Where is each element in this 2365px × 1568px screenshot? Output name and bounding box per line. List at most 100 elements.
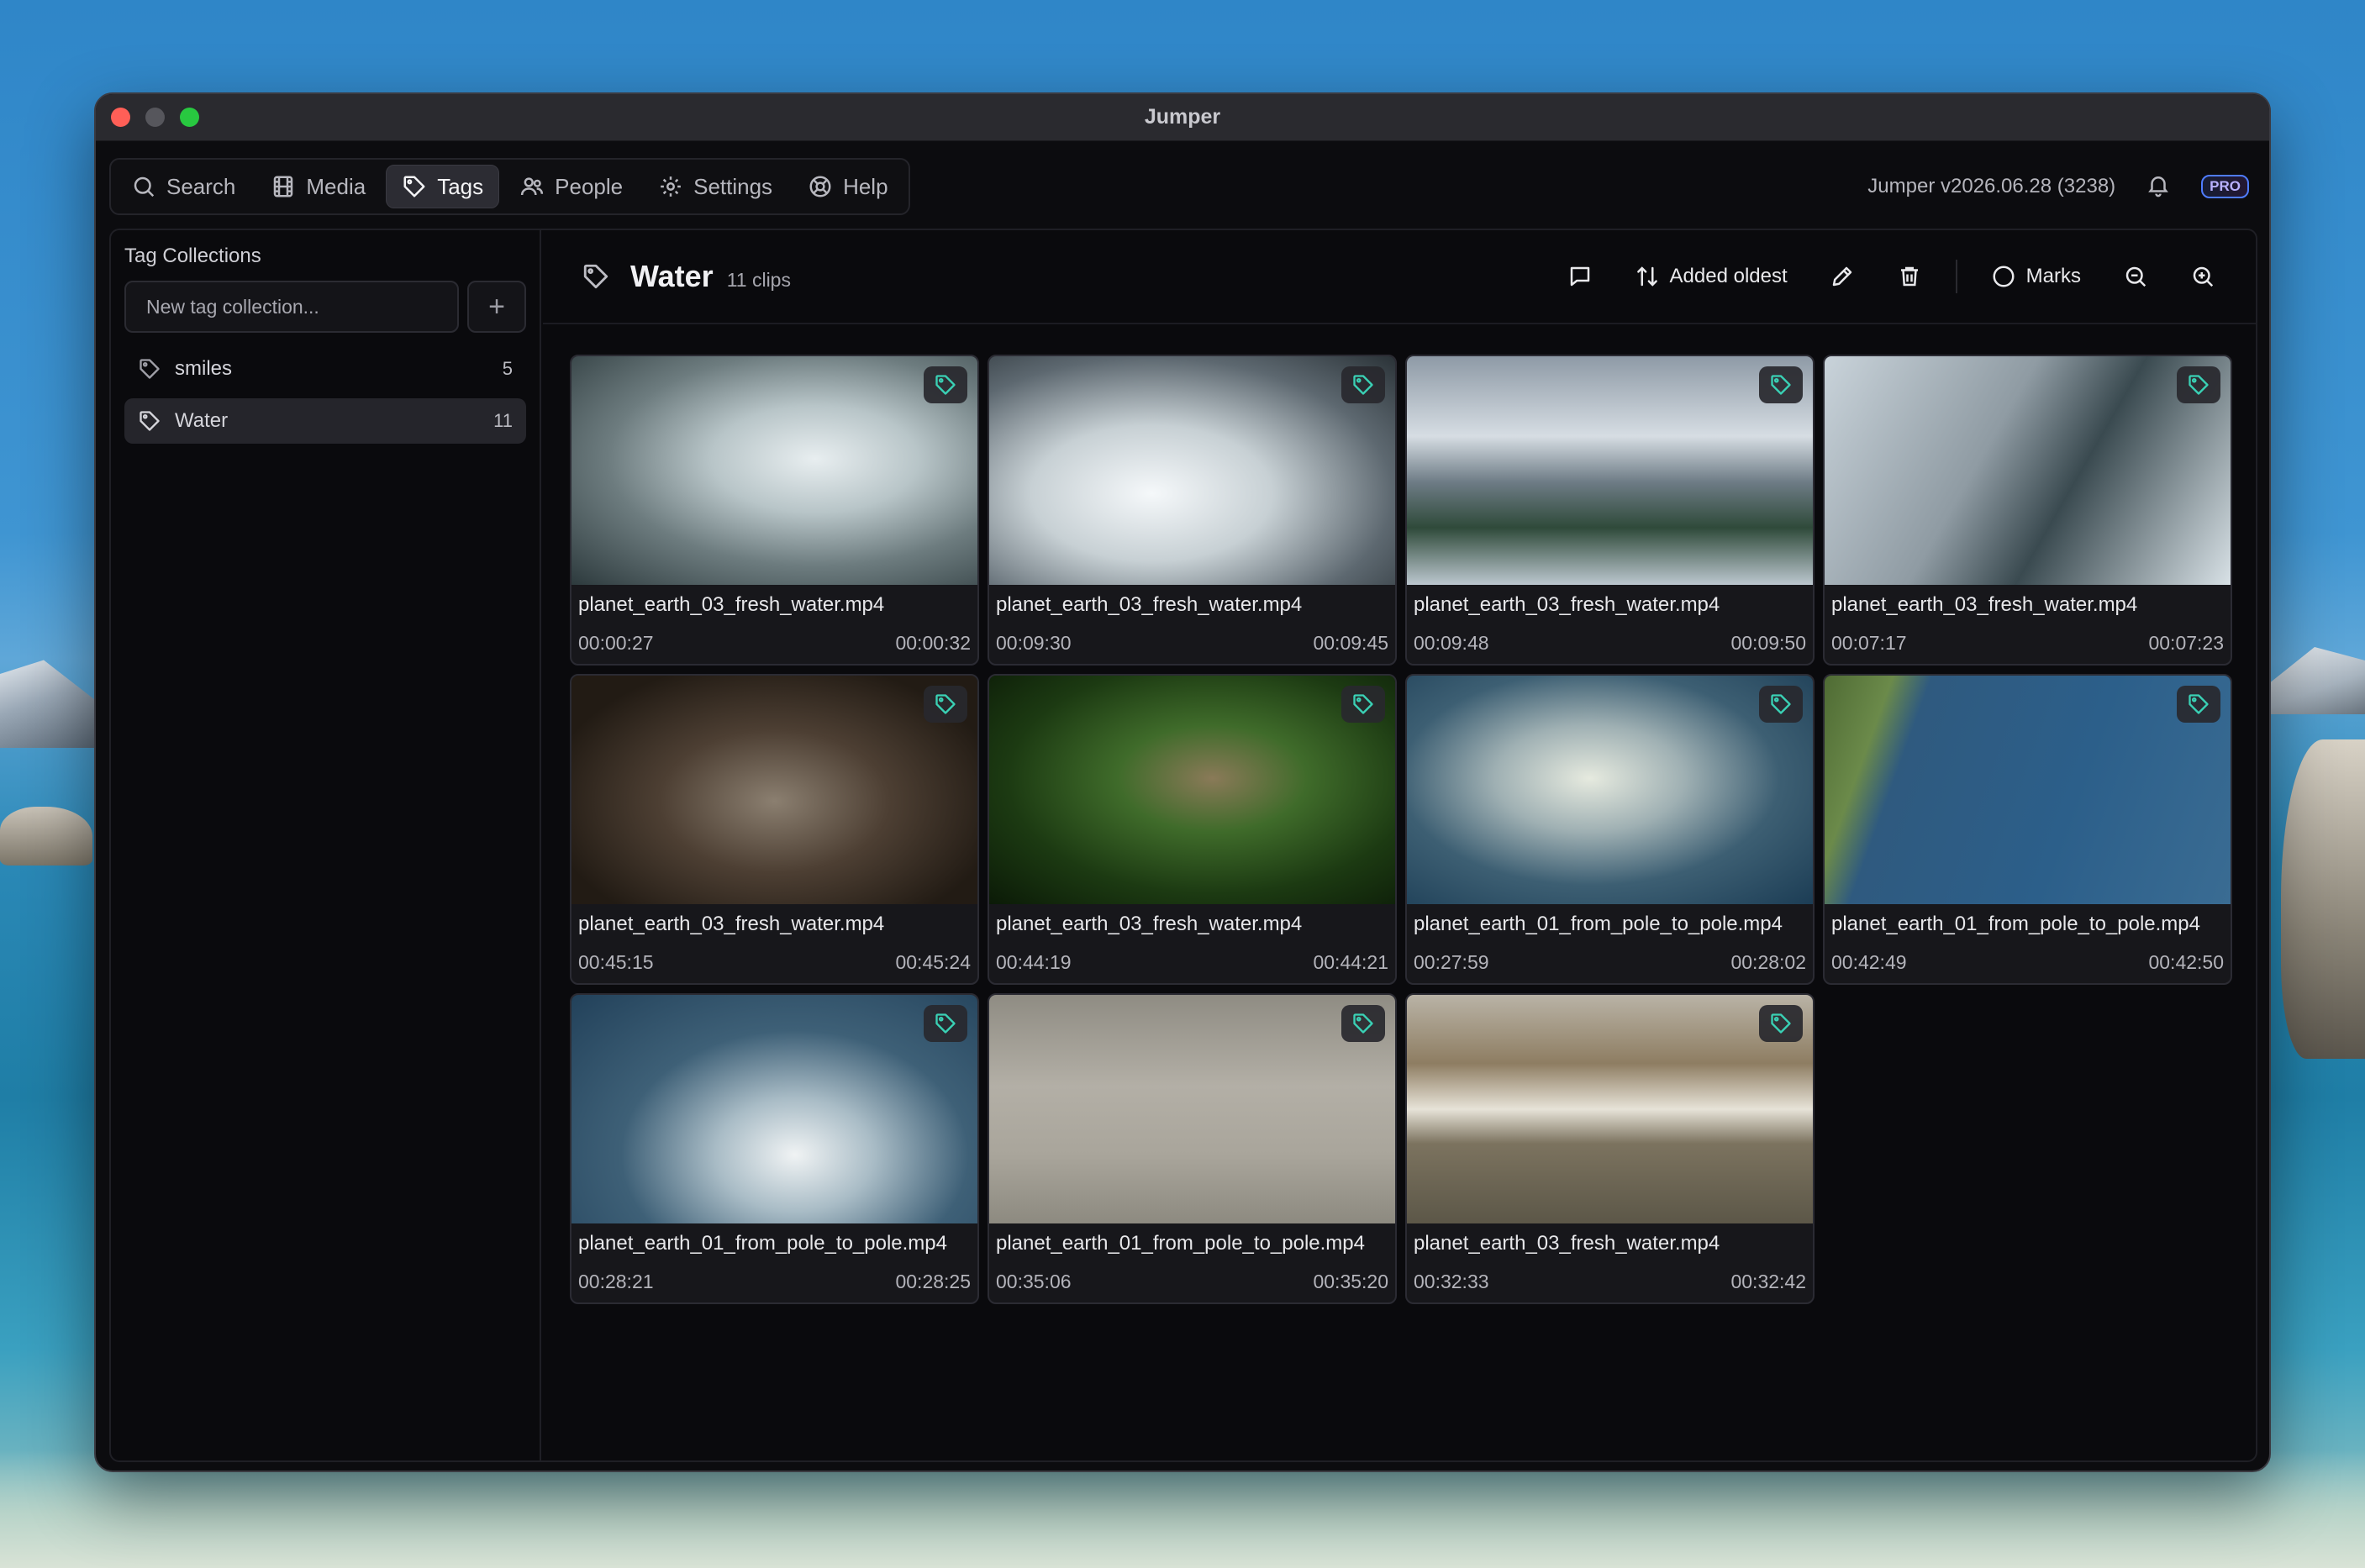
clip-thumbnail[interactable] xyxy=(1407,995,1813,1223)
tab-tags[interactable]: Tags xyxy=(386,165,500,208)
notifications-button[interactable] xyxy=(2146,172,2171,202)
clip-card[interactable]: planet_earth_03_fresh_water.mp4 00:32:33 0… xyxy=(1405,993,1815,1304)
clip-tag-button[interactable] xyxy=(924,686,967,723)
zoom-window-button[interactable] xyxy=(180,108,199,127)
clip-count: 11 clips xyxy=(726,269,791,291)
rename-button[interactable] xyxy=(1815,253,1870,300)
clip-tag-button[interactable] xyxy=(1759,366,1803,403)
collection-item-water[interactable]: Water 11 xyxy=(124,398,526,444)
close-window-button[interactable] xyxy=(111,108,130,127)
zoom-out-button[interactable] xyxy=(2108,253,2163,300)
clip-tag-button[interactable] xyxy=(1341,1005,1385,1042)
clip-card[interactable]: planet_earth_01_from_pole_to_pole.mp4 00:… xyxy=(570,993,979,1304)
clip-card[interactable]: planet_earth_03_fresh_water.mp4 00:45:15 0… xyxy=(570,674,979,985)
gear-icon xyxy=(661,176,681,197)
clip-tag-button[interactable] xyxy=(2177,366,2220,403)
clip-end-time: 00:44:21 xyxy=(1313,951,1388,973)
collection-toolbar: Water 11 clips Added oldest Marks xyxy=(543,230,2256,324)
tag-icon xyxy=(1353,694,1373,714)
toolbar-divider xyxy=(1955,260,1957,293)
clip-tag-button[interactable] xyxy=(1341,686,1385,723)
new-collection-input[interactable] xyxy=(124,281,459,333)
clip-card[interactable]: planet_earth_03_fresh_water.mp4 00:09:30 0… xyxy=(988,355,1397,666)
tab-search[interactable]: Search xyxy=(116,165,250,208)
sidebar-title: Tag Collections xyxy=(124,245,261,267)
toolbar-actions: Added oldest Marks xyxy=(1552,253,2231,300)
clip-tag-button[interactable] xyxy=(1341,366,1385,403)
clip-thumbnail[interactable] xyxy=(989,676,1395,904)
tag-icon xyxy=(2189,375,2209,395)
clip-card[interactable]: planet_earth_03_fresh_water.mp4 00:00:27 0… xyxy=(570,355,979,666)
tab-help[interactable]: Help xyxy=(793,165,903,208)
tag-icon xyxy=(1771,375,1791,395)
clip-end-time: 00:09:45 xyxy=(1313,632,1388,654)
tab-media[interactable]: Media xyxy=(255,165,381,208)
delete-button[interactable] xyxy=(1882,253,1937,300)
search-icon xyxy=(134,176,155,197)
window-controls xyxy=(111,108,199,127)
clip-tag-button[interactable] xyxy=(924,1005,967,1042)
clip-filename: planet_earth_01_from_pole_to_pole.mp4 xyxy=(996,1232,1365,1255)
clip-thumbnail[interactable] xyxy=(1825,676,2231,904)
clip-thumbnail[interactable] xyxy=(989,995,1395,1223)
clip-start-time: 00:09:48 xyxy=(1414,632,1489,654)
clip-tag-button[interactable] xyxy=(1759,1005,1803,1042)
clip-thumbnail[interactable] xyxy=(1407,356,1813,585)
lifebuoy-icon xyxy=(809,176,831,197)
window-title: Jumper xyxy=(1144,105,1221,129)
clip-tag-button[interactable] xyxy=(2177,686,2220,723)
film-icon xyxy=(274,176,293,197)
minimize-window-button[interactable] xyxy=(145,108,165,127)
tag-icon xyxy=(1771,694,1791,714)
collection-title: Water xyxy=(630,259,714,293)
clip-times: 00:28:21 00:28:25 xyxy=(571,1255,977,1293)
clip-end-time: 00:45:24 xyxy=(895,951,971,973)
tab-people[interactable]: People xyxy=(504,165,638,208)
clip-filename: planet_earth_03_fresh_water.mp4 xyxy=(996,593,1303,616)
marks-toggle[interactable]: Marks xyxy=(1976,253,2096,300)
title-bar: Jumper xyxy=(96,94,2269,141)
tab-settings[interactable]: Settings xyxy=(643,165,787,208)
clip-end-time: 00:00:32 xyxy=(895,632,971,654)
clip-end-time: 00:07:23 xyxy=(2148,632,2224,654)
clip-end-time: 00:28:25 xyxy=(895,1271,971,1292)
clip-card[interactable]: planet_earth_01_from_pole_to_pole.mp4 00:… xyxy=(1405,674,1815,985)
clip-tag-button[interactable] xyxy=(924,366,967,403)
collection-item-smiles[interactable]: smiles 5 xyxy=(124,346,526,392)
clip-card[interactable]: planet_earth_01_from_pole_to_pole.mp4 00:… xyxy=(1823,674,2232,985)
desktop-mountain-left xyxy=(0,660,109,748)
clip-times: 00:09:30 00:09:45 xyxy=(989,617,1395,655)
clip-thumbnail[interactable] xyxy=(571,676,977,904)
sort-label: Added oldest xyxy=(1669,265,1788,287)
clip-thumbnail[interactable] xyxy=(571,995,977,1223)
clip-card[interactable]: planet_earth_03_fresh_water.mp4 00:09:48 0… xyxy=(1405,355,1815,666)
comment-button[interactable] xyxy=(1552,253,1608,300)
sort-button[interactable]: Added oldest xyxy=(1620,253,1803,300)
tag-icon xyxy=(1353,375,1373,395)
marks-label: Marks xyxy=(2025,265,2081,287)
clip-thumbnail[interactable] xyxy=(1407,676,1813,904)
trash-icon xyxy=(1900,266,1918,287)
bell-icon xyxy=(2148,176,2169,197)
clip-card[interactable]: planet_earth_03_fresh_water.mp4 00:44:19 0… xyxy=(988,674,1397,985)
clip-card[interactable]: planet_earth_01_from_pole_to_pole.mp4 00:… xyxy=(988,993,1397,1304)
app-window: Jumper Search Media Tags People Settings xyxy=(94,92,2271,1472)
zoom-in-button[interactable] xyxy=(2175,253,2231,300)
tag-icon xyxy=(140,411,160,431)
clip-times: 00:27:59 00:28:02 xyxy=(1407,936,1813,974)
clip-card[interactable]: planet_earth_03_fresh_water.mp4 00:07:17 0… xyxy=(1823,355,2232,666)
clip-tag-button[interactable] xyxy=(1759,686,1803,723)
tag-icon xyxy=(403,176,425,197)
clip-filename: planet_earth_01_from_pole_to_pole.mp4 xyxy=(578,1232,947,1255)
desktop-rock-left xyxy=(0,807,92,866)
tab-tags-label: Tags xyxy=(437,173,484,199)
clip-thumbnail[interactable] xyxy=(989,356,1395,585)
clip-thumbnail[interactable] xyxy=(571,356,977,585)
add-collection-button[interactable]: + xyxy=(467,281,526,333)
people-icon xyxy=(521,177,544,196)
tab-media-label: Media xyxy=(306,173,366,199)
clip-grid: planet_earth_03_fresh_water.mp4 00:00:27 0… xyxy=(570,355,2232,1304)
collection-list: smiles 5 Water 11 xyxy=(124,346,526,444)
clip-filename: planet_earth_03_fresh_water.mp4 xyxy=(1831,593,2138,616)
clip-thumbnail[interactable] xyxy=(1825,356,2231,585)
